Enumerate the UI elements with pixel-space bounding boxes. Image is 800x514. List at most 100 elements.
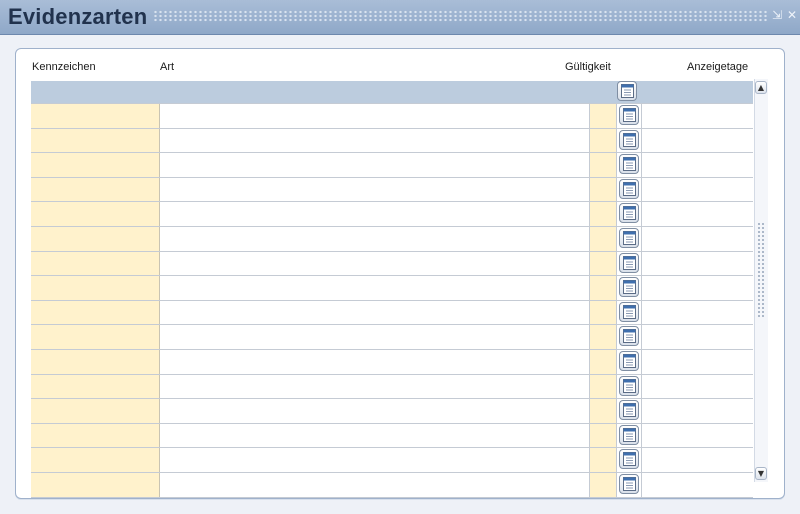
anzeigetage-extra-cell[interactable] bbox=[717, 177, 753, 202]
anzeigetage-field[interactable] bbox=[641, 276, 718, 300]
gueltigkeit-field[interactable] bbox=[590, 423, 617, 448]
anzeigetage-field[interactable] bbox=[641, 448, 718, 472]
close-icon[interactable]: ✕ bbox=[785, 8, 799, 22]
gueltigkeit-field[interactable] bbox=[590, 300, 617, 325]
scroll-down-icon[interactable]: ▼ bbox=[755, 467, 767, 480]
art-field[interactable] bbox=[160, 399, 590, 423]
kennzeichen-field[interactable] bbox=[31, 177, 160, 202]
kennzeichen-field[interactable] bbox=[31, 202, 160, 226]
anzeigetage-field[interactable] bbox=[641, 374, 718, 399]
art-field[interactable] bbox=[160, 472, 590, 497]
anzeigetage-extra-cell[interactable] bbox=[717, 300, 753, 325]
gueltigkeit-field[interactable] bbox=[590, 374, 617, 399]
calendar-icon[interactable] bbox=[619, 277, 639, 298]
gueltigkeit-field[interactable] bbox=[590, 472, 617, 497]
calendar-icon[interactable] bbox=[619, 227, 639, 248]
anzeigetage-extra-cell[interactable] bbox=[717, 226, 753, 251]
kennzeichen-field[interactable] bbox=[31, 399, 160, 423]
kennzeichen-field[interactable] bbox=[31, 104, 160, 128]
anzeigetage-extra-cell[interactable] bbox=[717, 325, 753, 349]
art-field[interactable] bbox=[160, 128, 590, 153]
art-field[interactable] bbox=[160, 448, 590, 472]
calendar-icon[interactable] bbox=[619, 473, 639, 494]
kennzeichen-field[interactable] bbox=[31, 472, 160, 497]
calendar-icon[interactable] bbox=[619, 400, 639, 421]
anzeigetage-field[interactable] bbox=[641, 202, 718, 226]
calendar-icon[interactable] bbox=[619, 301, 639, 322]
art-field[interactable] bbox=[160, 251, 590, 276]
gueltigkeit-field[interactable] bbox=[590, 177, 617, 202]
calendar-icon[interactable] bbox=[619, 449, 639, 470]
calendar-icon[interactable] bbox=[619, 154, 639, 175]
anzeigetage-extra-cell[interactable] bbox=[717, 349, 753, 374]
anzeigetage-field[interactable] bbox=[641, 423, 718, 448]
anzeigetage-field[interactable] bbox=[641, 226, 718, 251]
calendar-icon[interactable] bbox=[619, 326, 639, 347]
gueltigkeit-field[interactable] bbox=[590, 226, 617, 251]
gueltigkeit-field[interactable] bbox=[590, 104, 617, 128]
anzeigetage-extra-cell[interactable] bbox=[717, 202, 753, 226]
scrollbar-grip[interactable] bbox=[757, 222, 765, 318]
anzeigetage-extra-cell[interactable] bbox=[717, 374, 753, 399]
art-field[interactable] bbox=[160, 374, 590, 399]
anzeigetage-field[interactable] bbox=[641, 104, 718, 128]
gueltigkeit-field[interactable] bbox=[590, 153, 617, 177]
calendar-icon[interactable] bbox=[617, 81, 637, 101]
anzeigetage-field[interactable] bbox=[641, 153, 718, 177]
calendar-icon[interactable] bbox=[619, 252, 639, 273]
calendar-icon[interactable] bbox=[619, 350, 639, 371]
kennzeichen-field[interactable] bbox=[31, 251, 160, 276]
gueltigkeit-field[interactable] bbox=[590, 276, 617, 300]
gueltigkeit-field[interactable] bbox=[590, 399, 617, 423]
gueltigkeit-field[interactable] bbox=[590, 325, 617, 349]
art-field[interactable] bbox=[160, 226, 590, 251]
anzeigetage-field[interactable] bbox=[641, 399, 718, 423]
anzeigetage-extra-cell[interactable] bbox=[717, 153, 753, 177]
kennzeichen-field[interactable] bbox=[31, 349, 160, 374]
art-field[interactable] bbox=[160, 349, 590, 374]
art-field[interactable] bbox=[160, 300, 590, 325]
art-field[interactable] bbox=[160, 325, 590, 349]
anzeigetage-extra-cell[interactable] bbox=[717, 448, 753, 472]
gueltigkeit-field[interactable] bbox=[590, 202, 617, 226]
calendar-icon[interactable] bbox=[619, 129, 639, 150]
kennzeichen-field[interactable] bbox=[31, 448, 160, 472]
art-field[interactable] bbox=[160, 177, 590, 202]
scroll-up-icon[interactable]: ▲ bbox=[755, 81, 767, 94]
vertical-scrollbar[interactable]: ▲ ▼ bbox=[754, 79, 768, 482]
calendar-icon[interactable] bbox=[619, 203, 639, 224]
anzeigetage-field[interactable] bbox=[641, 251, 718, 276]
anzeigetage-extra-cell[interactable] bbox=[717, 472, 753, 497]
kennzeichen-field[interactable] bbox=[31, 300, 160, 325]
anzeigetage-field[interactable] bbox=[641, 128, 718, 153]
kennzeichen-field[interactable] bbox=[31, 128, 160, 153]
art-field[interactable] bbox=[160, 153, 590, 177]
anzeigetage-extra-cell[interactable] bbox=[717, 128, 753, 153]
gueltigkeit-field[interactable] bbox=[590, 128, 617, 153]
anzeigetage-extra-cell[interactable] bbox=[717, 251, 753, 276]
calendar-icon[interactable] bbox=[619, 178, 639, 199]
anzeigetage-extra-cell[interactable] bbox=[717, 276, 753, 300]
kennzeichen-field[interactable] bbox=[31, 153, 160, 177]
anzeigetage-field[interactable] bbox=[641, 300, 718, 325]
calendar-icon[interactable] bbox=[619, 105, 639, 125]
anzeigetage-extra-cell[interactable] bbox=[717, 104, 753, 128]
kennzeichen-field[interactable] bbox=[31, 276, 160, 300]
kennzeichen-field[interactable] bbox=[31, 325, 160, 349]
kennzeichen-field[interactable] bbox=[31, 226, 160, 251]
calendar-icon[interactable] bbox=[619, 375, 639, 396]
kennzeichen-field[interactable] bbox=[31, 374, 160, 399]
anzeigetage-field[interactable] bbox=[641, 472, 718, 497]
art-field[interactable] bbox=[160, 202, 590, 226]
gueltigkeit-field[interactable] bbox=[590, 349, 617, 374]
anzeigetage-field[interactable] bbox=[641, 349, 718, 374]
gueltigkeit-field[interactable] bbox=[590, 251, 617, 276]
calendar-icon[interactable] bbox=[619, 424, 639, 445]
anzeigetage-field[interactable] bbox=[641, 177, 718, 202]
art-field[interactable] bbox=[160, 423, 590, 448]
art-field[interactable] bbox=[160, 276, 590, 300]
art-field[interactable] bbox=[160, 104, 590, 128]
anzeigetage-field[interactable] bbox=[641, 325, 718, 349]
anzeigetage-extra-cell[interactable] bbox=[717, 399, 753, 423]
kennzeichen-field[interactable] bbox=[31, 423, 160, 448]
